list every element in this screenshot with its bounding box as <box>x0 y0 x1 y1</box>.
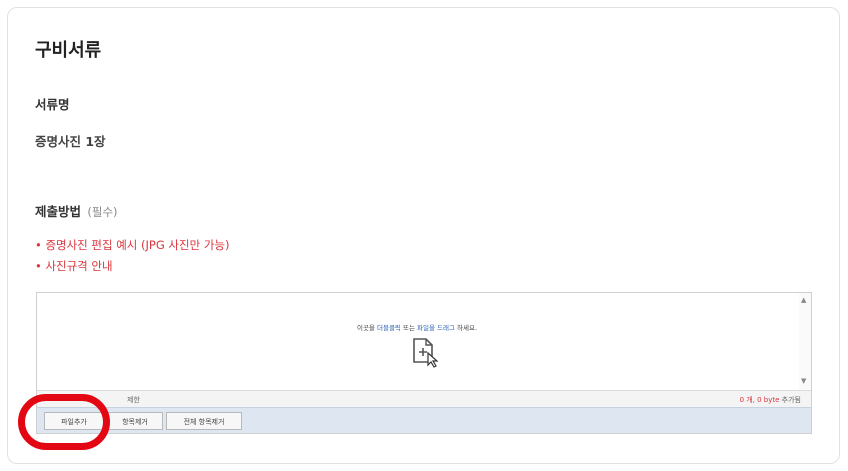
required-indicator: (필수) <box>87 205 118 219</box>
photo-spec-guide-link[interactable]: • 사진규격 안내 <box>35 258 113 274</box>
delete-all-items-button[interactable]: 전체 항목제거 <box>166 412 242 430</box>
drop-text-dblclick: 더블클릭 <box>376 324 401 332</box>
doc-name-value: 증명사진 1장 <box>35 134 106 149</box>
add-file-icon <box>413 338 439 368</box>
file-count-text: 0 개, 0 byte 추가됨 <box>740 395 801 405</box>
add-file-button[interactable]: 파일추가 <box>44 412 104 430</box>
file-count-suffix: 추가됨 <box>779 396 801 404</box>
drop-text-pre: 이곳을 <box>356 324 377 332</box>
file-button-bar: 파일추가 항목제거 전체 항목제거 <box>37 407 811 433</box>
submission-method-label: 제출방법 (필수) <box>35 201 118 220</box>
section-title: 구비서류 <box>35 40 102 61</box>
drop-text-post: 하세요. <box>454 324 478 332</box>
drop-text-drag: 파일을 드래그 <box>417 324 455 332</box>
submission-method-text: 제출방법 <box>35 204 82 219</box>
dropzone-scrollbar[interactable]: ▲ ▼ <box>799 293 811 390</box>
file-drop-zone[interactable]: 이곳을 더블클릭 또는 파일을 드래그 하세요. ▲ ▼ <box>37 293 811 390</box>
scroll-down-icon[interactable]: ▼ <box>801 377 806 385</box>
delete-item-button[interactable]: 항목제거 <box>107 412 163 430</box>
photo-edit-example-link[interactable]: • 증명사진 편집 예시 (JPG 사진만 가능) <box>35 237 229 253</box>
drop-text-mid: 또는 <box>400 324 417 332</box>
scroll-up-icon[interactable]: ▲ <box>801 296 806 304</box>
file-limit-text: 제한 <box>127 396 140 404</box>
doc-name-label: 서류명 <box>35 97 70 112</box>
file-uploader: 이곳을 더블클릭 또는 파일을 드래그 하세요. ▲ ▼ 제한 0 개, 0 b… <box>36 292 812 434</box>
file-info-bar: 제한 0 개, 0 byte 추가됨 <box>37 390 811 407</box>
drop-instruction: 이곳을 더블클릭 또는 파일을 드래그 하세요. <box>37 322 797 332</box>
file-count-value: 0 개, 0 byte <box>739 396 780 404</box>
